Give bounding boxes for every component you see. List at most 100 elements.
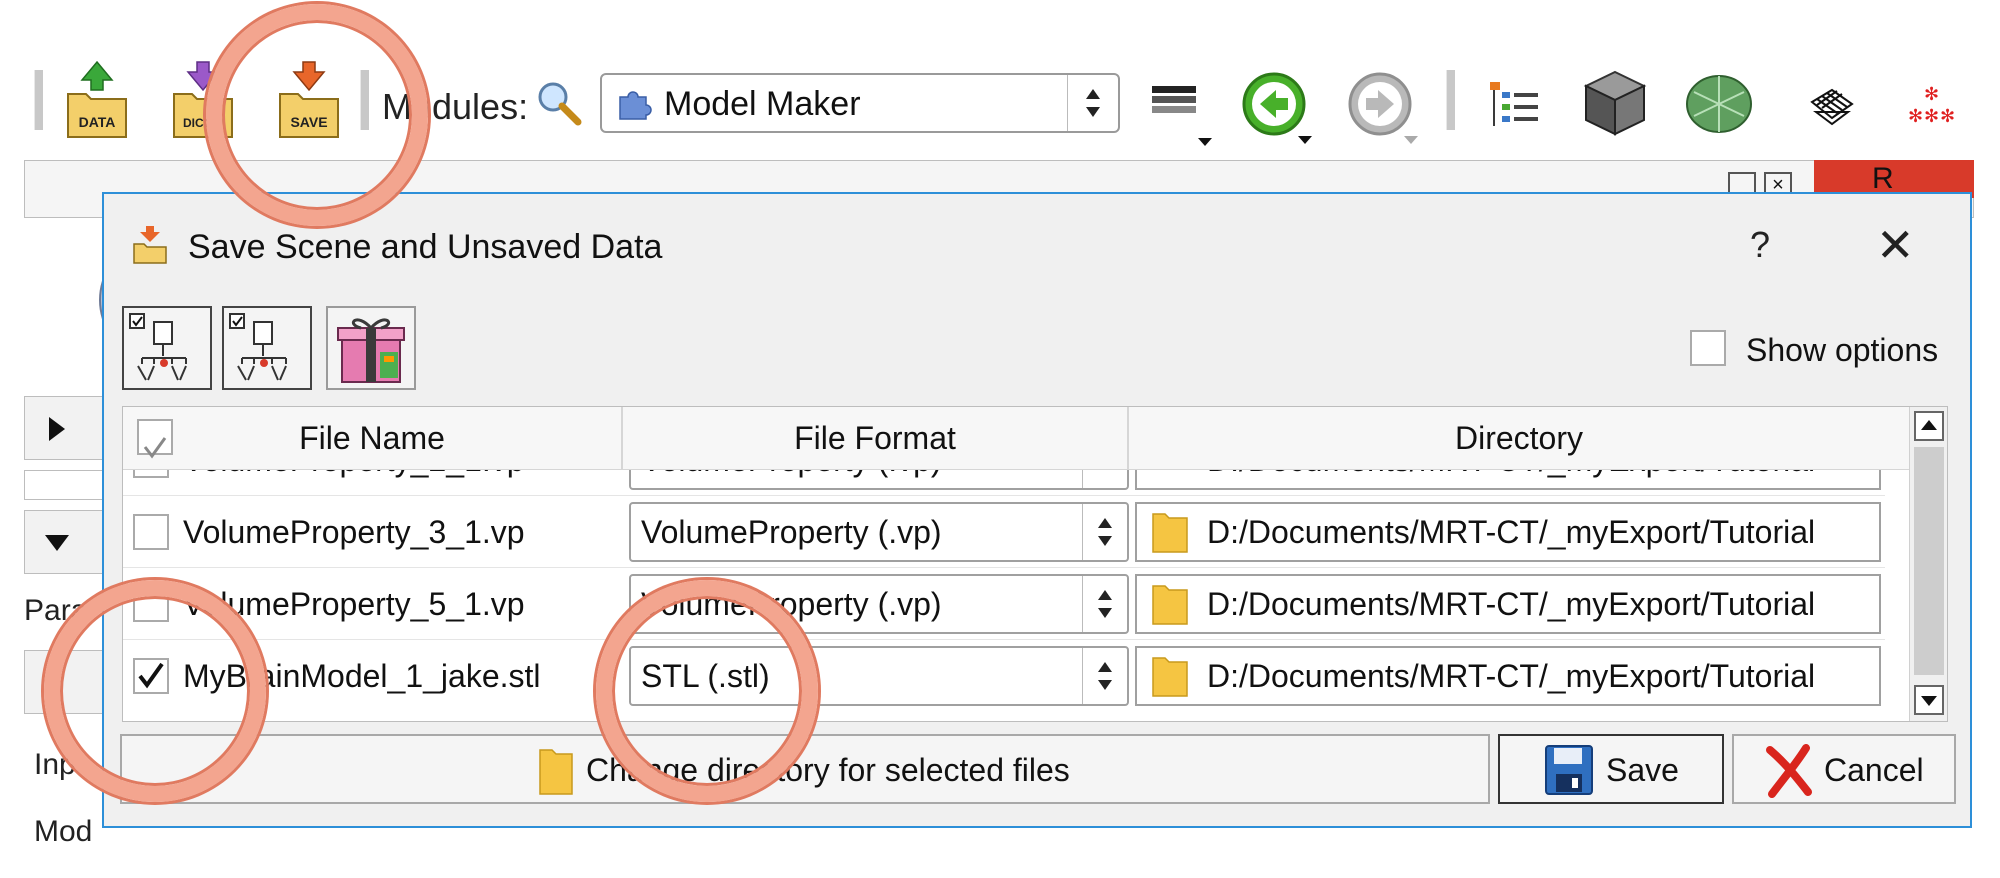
scroll-down-button[interactable] [1914,685,1944,715]
show-options-label: Show options [1746,332,1939,368]
column-header-directory[interactable]: Directory [1129,407,1909,469]
model-label: Mod [34,815,93,848]
folder-icon [1152,657,1188,697]
back-arrow-icon[interactable] [1240,70,1316,151]
table-row[interactable]: VolumeProperty_3_1.vp VolumeProperty (.v… [123,495,1885,568]
file-name: VolumeProperty_5_1.vp [183,586,525,622]
directory-value: D:/Documents/MRT-CT/_myExport/Tutorial [1207,514,1816,550]
change-directory-button[interactable]: Change directory for selected files [120,734,1490,804]
save-icon: SAVE [279,61,339,138]
select-scene-data-button[interactable] [122,306,212,390]
column-header-file-name[interactable]: File Name [123,407,623,469]
modules-label: Modules: [382,86,529,127]
toolbar-separator [360,70,369,130]
select-modified-data-button[interactable] [222,306,312,390]
file-name: VolumeProperty_3_1.vp [183,514,525,550]
folder-icon [539,749,573,795]
row-checkbox-checked[interactable] [133,658,169,694]
svg-text:✻: ✻ [1940,106,1955,127]
input-label: Inp [34,748,76,781]
save-dialog: Save Scene and Unsaved Data ? ✕ Show opt… [102,192,1972,828]
transform-grid-icon[interactable] [1806,82,1856,137]
chevron-updown-icon[interactable] [1082,504,1127,560]
triangle-down-icon [45,535,69,551]
puzzle-icon [619,91,652,120]
dialog-save-icon [133,226,167,264]
select-all-tree-icon [129,313,187,381]
file-format-select[interactable]: STL (.stl) [629,646,1129,706]
checkmark-icon [138,662,164,689]
floppy-disk-icon [1545,745,1593,795]
file-format-value: VolumeProperty (.vp) [641,586,942,622]
file-format-select[interactable]: VolumeProperty (.vp) [629,502,1129,562]
load-dicom-button[interactable]: DICOM [172,60,234,140]
directory-button[interactable]: D:/Documents/MRT-CT/_myExport/Tutorial [1135,502,1881,562]
triangle-right-icon [49,417,65,441]
folder-icon [1152,513,1188,553]
svg-text:DICOM: DICOM [183,116,223,130]
show-options-checkbox[interactable] [1690,330,1726,366]
scroll-thumb[interactable] [1914,447,1944,675]
main-toolbar: DATA DICOM SAVE Modules: Model Maker ✻ ✻… [0,40,2000,160]
file-name: MyBrainModel_1_jake.stl [183,658,541,694]
close-icon[interactable]: ✕ [1876,218,1915,272]
file-format-select[interactable]: VolumeProperty (.vp) [629,574,1129,634]
file-format-value: STL (.stl) [641,658,770,694]
load-data-icon: DATA [67,60,127,138]
arrow-down-icon [1921,696,1937,706]
row-checkbox[interactable] [133,586,169,622]
table-scrollbar[interactable] [1909,407,1947,721]
save-button[interactable]: Save [1498,734,1724,804]
save-button-toolbar[interactable]: SAVE [278,60,340,140]
gift-package-icon [337,318,405,383]
save-label: Save [1606,752,1679,788]
svg-text:SAVE: SAVE [290,114,327,130]
table-row[interactable]: VolumeProperty_5_1.vp VolumeProperty (.v… [123,567,1885,640]
module-selector[interactable]: Model Maker [600,73,1120,133]
checkmark-icon [143,437,167,459]
chevron-updown-icon[interactable] [1082,648,1127,704]
cancel-label: Cancel [1824,752,1924,788]
help-button[interactable]: ? [1750,224,1770,266]
r-badge[interactable]: R [1872,162,1894,196]
column-header-file-format[interactable]: File Format [623,407,1129,469]
parameter-set-label: Para [24,594,88,627]
create-bundle-button[interactable] [326,306,416,390]
svg-text:✻: ✻ [1908,106,1923,127]
chevron-updown-icon[interactable] [1067,75,1118,131]
volume-cube-icon[interactable] [1580,68,1650,143]
module-search-icon[interactable] [534,78,582,131]
table-row[interactable]: MyBrainModel_1_jake.stl STL (.stl) D:/Do… [123,639,1885,712]
directory-button[interactable]: D:/Documents/MRT-CT/_myExport/Tutorial [1135,646,1881,706]
files-table: File Name File Format Directory VolumePr… [122,406,1948,722]
toolbar-separator [1446,70,1455,130]
load-dicom-icon: DICOM [173,61,233,138]
window-level-icon[interactable] [1150,82,1216,157]
directory-button[interactable]: D:/Documents/MRT-CT/_myExport/Tutorial [1135,574,1881,634]
cancel-x-icon [1766,744,1812,798]
chevron-updown-icon[interactable] [1082,576,1127,632]
load-data-button[interactable]: DATA [66,60,128,140]
forward-arrow-icon[interactable] [1346,70,1422,151]
model-mesh-icon[interactable] [1684,72,1754,141]
file-format-value: VolumeProperty (.vp) [641,514,942,550]
toolbar-separator [34,70,43,130]
dialog-title: Save Scene and Unsaved Data [188,228,663,266]
change-directory-label: Change directory for selected files [586,752,1070,788]
module-selected-value: Model Maker [664,85,861,123]
row-checkbox[interactable] [133,514,169,550]
folder-icon [1152,585,1188,625]
data-hierarchy-icon[interactable] [1488,80,1540,137]
scroll-up-button[interactable] [1914,411,1944,441]
svg-text:✻: ✻ [1924,84,1939,105]
column-label: File Format [794,420,956,456]
svg-text:✻: ✻ [1924,106,1939,127]
svg-text:DATA: DATA [79,114,116,130]
directory-value: D:/Documents/MRT-CT/_myExport/Tutorial [1207,658,1816,694]
select-all-checkbox[interactable] [137,419,173,459]
fiducials-icon[interactable]: ✻ ✻ ✻ ✻ [1906,84,1958,133]
directory-value: D:/Documents/MRT-CT/_myExport/Tutorial [1207,586,1816,622]
cancel-button[interactable]: Cancel [1732,734,1956,804]
column-label: File Name [299,420,445,456]
select-modified-tree-icon [229,313,287,381]
